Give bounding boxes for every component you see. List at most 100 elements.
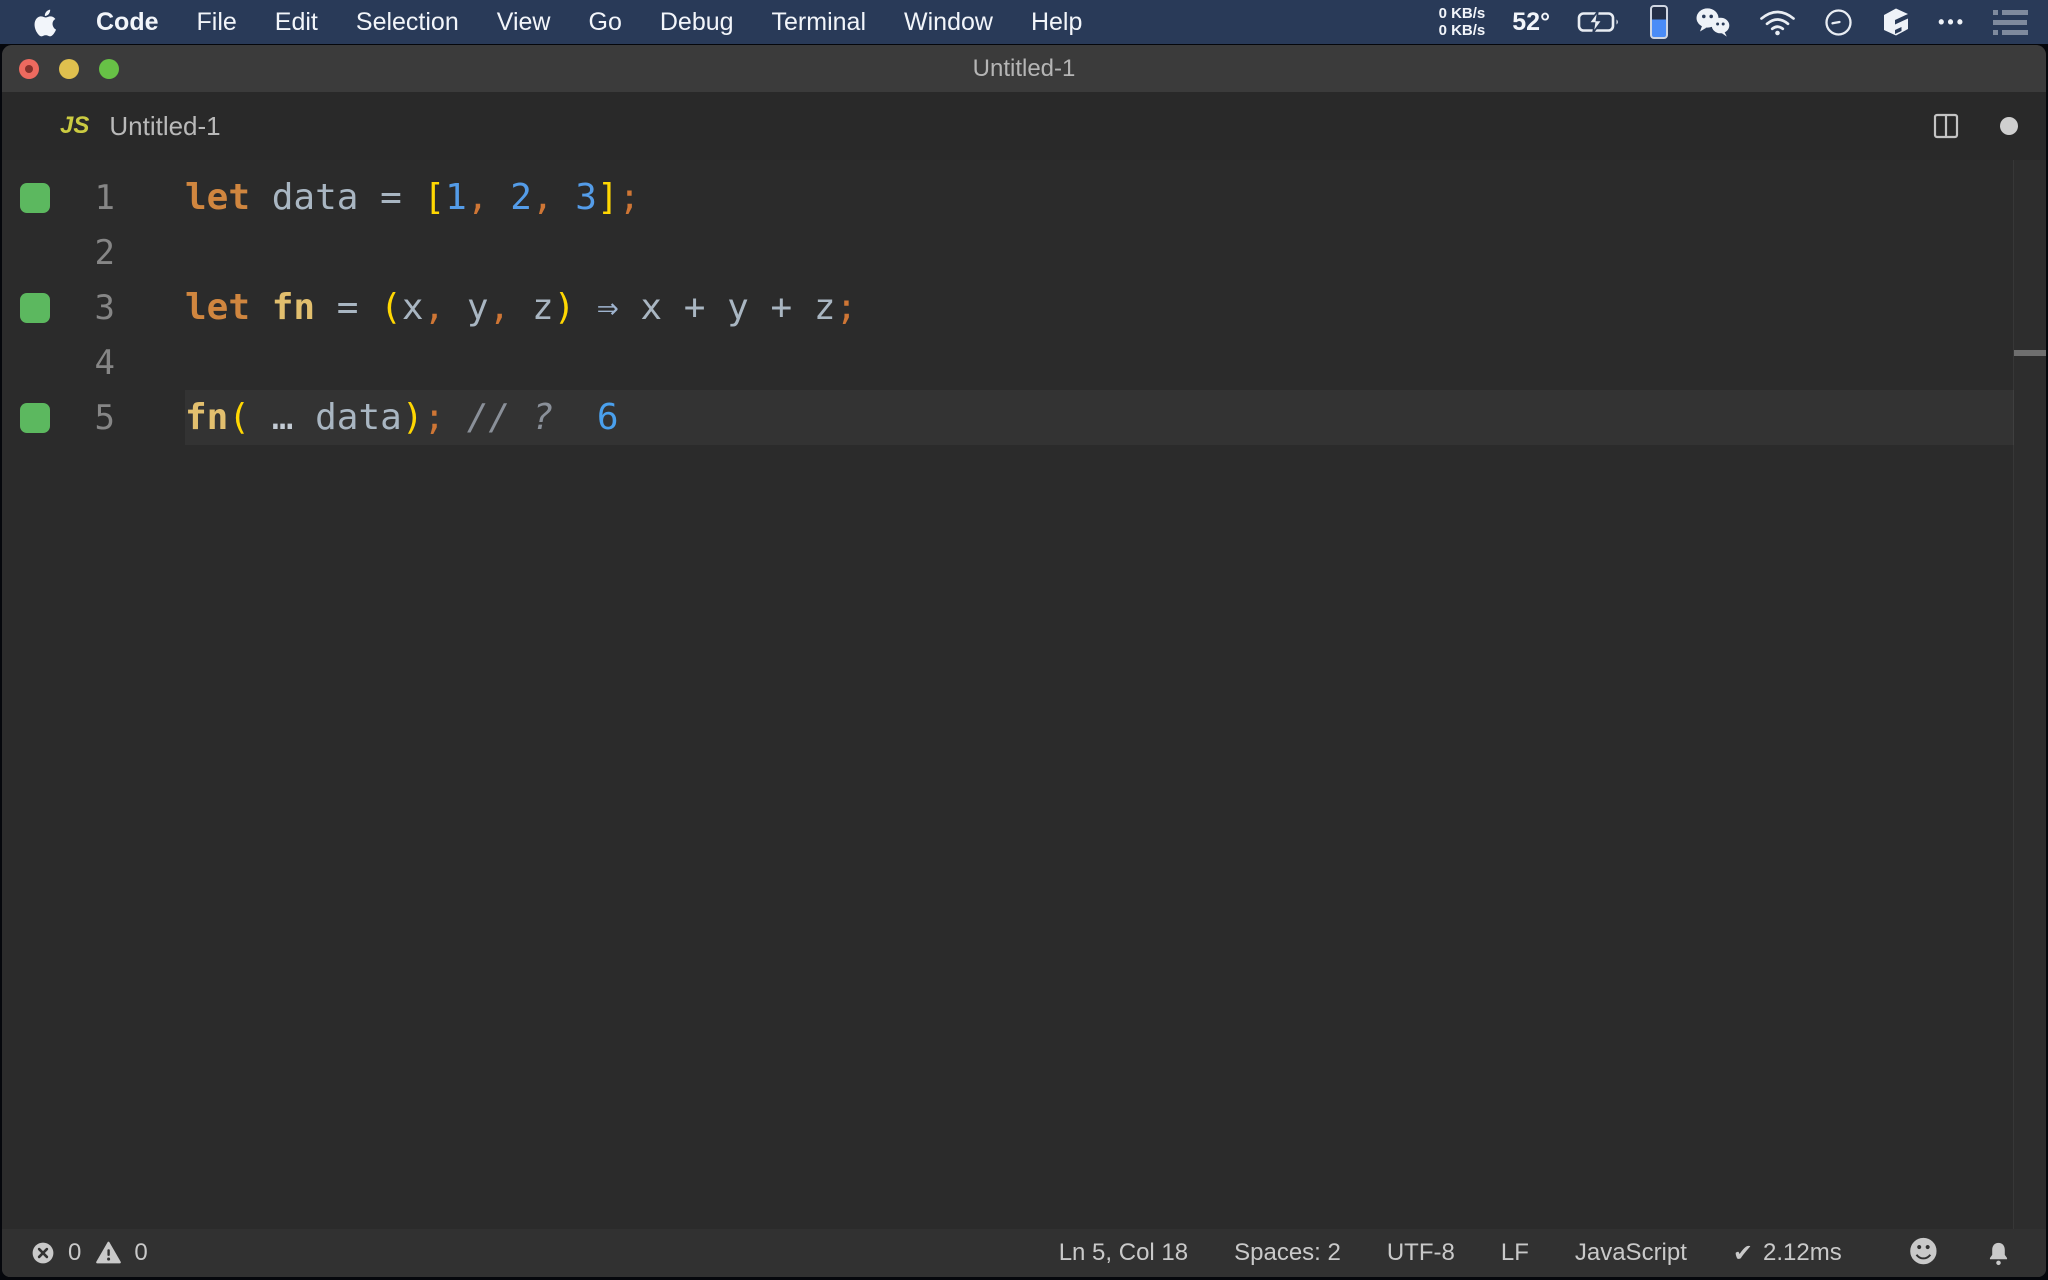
code-line-2[interactable]: 2	[2, 225, 2046, 280]
errors-icon	[30, 1240, 56, 1266]
temperature-label[interactable]: 52°	[1512, 8, 1550, 37]
menu-item-selection[interactable]: Selection	[356, 8, 459, 37]
code-token-rs: 6	[596, 397, 619, 438]
menu-item-help[interactable]: Help	[1031, 8, 1082, 37]
errors-count: 0	[68, 1239, 82, 1266]
code-token-kw: let	[185, 287, 251, 328]
code-text: fn( … data); // ? 6	[185, 397, 619, 438]
wifi-icon[interactable]	[1759, 8, 1796, 36]
code-line-4[interactable]: 4	[2, 335, 2046, 390]
battery-charging-icon[interactable]	[1577, 10, 1623, 34]
editor-tab-bar: JS Untitled-1	[2, 92, 2046, 160]
do-not-disturb-icon[interactable]	[1823, 7, 1854, 38]
indentation-status[interactable]: Spaces: 2	[1234, 1239, 1341, 1267]
code-token-nm: 2	[510, 177, 532, 218]
tab-file-name: Untitled-1	[109, 110, 221, 141]
wechat-icon[interactable]	[1695, 7, 1732, 38]
quokka-time-status[interactable]: ✔ 2.12ms	[1733, 1239, 1842, 1268]
notifications-bell-icon[interactable]	[1985, 1240, 2012, 1267]
net-up-label: 0 KB/s	[1438, 5, 1486, 22]
menu-item-view[interactable]: View	[497, 8, 551, 37]
code-token-br: (	[228, 397, 251, 438]
code-token-op: +	[770, 287, 793, 328]
feedback-smiley-icon[interactable]: ☻	[1908, 1238, 1939, 1268]
warnings-icon	[95, 1240, 122, 1266]
menu-bar-status-area: 0 KB/s 0 KB/s 52° •••	[1439, 5, 2048, 39]
quokka-coverage-indicator	[20, 402, 50, 433]
cube-app-icon[interactable]	[1881, 6, 1911, 38]
code-token-pu: ;	[423, 397, 446, 438]
check-icon: ✔	[1732, 1239, 1754, 1267]
code-line-1[interactable]: 1 let data = [1, 2, 3];	[2, 170, 2046, 225]
code-token-vr: y	[466, 287, 489, 328]
code-token-nm: 3	[575, 177, 597, 218]
code-line-3[interactable]: 3 let fn = (x, y, z) ⇒ x + y + z;	[2, 280, 2046, 335]
code-token-pu: ;	[835, 287, 858, 328]
ellipsis-menu-icon[interactable]: •••	[1938, 12, 1966, 33]
overview-ruler-scrollbar[interactable]	[2013, 160, 2046, 1229]
apple-menu-icon[interactable]	[32, 7, 58, 37]
code-token-op: +	[683, 287, 706, 328]
menu-item-go[interactable]: Go	[589, 8, 622, 37]
warnings-count: 0	[134, 1239, 148, 1266]
code-token-br: [	[423, 177, 446, 218]
menu-item-file[interactable]: File	[197, 8, 237, 37]
screen: Code File Edit Selection View Go Debug Termina…	[0, 0, 2048, 1280]
menu-item-app-code[interactable]: Code	[96, 8, 159, 37]
cursor-position-status[interactable]: Ln 5, Col 18	[1059, 1239, 1188, 1267]
tab-untitled-1[interactable]: JS Untitled-1	[2, 111, 221, 142]
window-title-bar[interactable]: Untitled-1	[2, 45, 2046, 92]
code-token-vr: x	[401, 287, 424, 328]
battery-gauge-widget-icon[interactable]	[1650, 5, 1669, 39]
menu-item-window[interactable]: Window	[904, 8, 993, 37]
problems-status[interactable]: 0 0	[2, 1239, 148, 1267]
code-token-op: =	[336, 287, 359, 328]
window-title: Untitled-1	[972, 54, 1076, 82]
quokka-coverage-indicator	[20, 182, 50, 213]
split-editor-icon[interactable]	[1932, 112, 1960, 140]
code-token-br: (	[380, 287, 402, 328]
status-bar: 0 0 Ln 5, Col 18 Spaces: 2 UTF-8 LF Java…	[2, 1229, 2046, 1277]
menu-items: File Edit Selection View Go Debug Terminal Wind…	[197, 8, 1083, 37]
code-lines: 1 let data = [1, 2, 3]; 2 3 let fn = (x, y, …	[2, 160, 2046, 445]
code-editor[interactable]: 1 let data = [1, 2, 3]; 2 3 let fn = (x, y, …	[2, 160, 2046, 1229]
vscode-window: Untitled-1 JS Untitled-1 1 let data = [1,…	[2, 45, 2046, 1277]
menu-item-edit[interactable]: Edit	[275, 8, 318, 37]
encoding-status[interactable]: UTF-8	[1387, 1239, 1455, 1267]
list-menu-icon[interactable]	[1993, 9, 2028, 35]
menu-item-terminal[interactable]: Terminal	[772, 8, 866, 37]
eol-status[interactable]: LF	[1501, 1239, 1529, 1267]
code-token-vr: y	[727, 287, 749, 328]
menu-bar-left: Code File Edit Selection View Go Debug Termina…	[0, 7, 1082, 37]
network-speed-indicator[interactable]: 0 KB/s 0 KB/s	[1439, 5, 1486, 39]
quokka-coverage-indicator	[20, 292, 50, 323]
line-number: 5	[94, 397, 115, 438]
code-token-pu: ;	[618, 177, 641, 218]
line-number: 4	[94, 342, 115, 383]
line-number: 2	[94, 232, 115, 273]
status-bar-right: Ln 5, Col 18 Spaces: 2 UTF-8 LF JavaScri…	[1059, 1238, 2046, 1268]
code-token-vr: data	[271, 177, 359, 218]
language-mode-status[interactable]: JavaScript	[1575, 1239, 1687, 1267]
unsaved-changes-dot[interactable]	[2000, 117, 2018, 135]
code-token-fn: fn	[271, 287, 316, 328]
code-token-pu: ,	[488, 287, 511, 328]
code-token-op: =	[380, 177, 402, 218]
gutter-decoration	[2, 402, 50, 433]
line-number: 3	[94, 287, 115, 328]
code-line-5[interactable]: 5 fn( … data); // ? 6	[2, 390, 2046, 445]
code-token-fn: fn	[185, 397, 229, 438]
menu-item-debug[interactable]: Debug	[660, 8, 734, 37]
